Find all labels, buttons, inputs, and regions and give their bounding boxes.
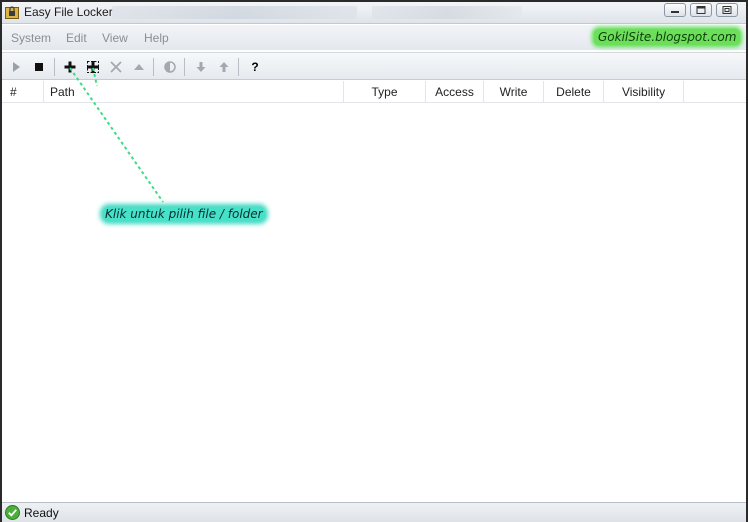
annotation-callout: Klik untuk pilih file / folder <box>103 207 265 221</box>
annotation-arrow <box>69 67 164 203</box>
annotation-arrow <box>92 67 98 87</box>
checkmark-icon <box>5 505 20 520</box>
status-bar: Ready <box>2 502 746 522</box>
status-text: Ready <box>24 506 59 520</box>
app-window: Easy File Locker System Edit View Help G… <box>0 0 748 522</box>
annotation-arrows <box>69 67 164 203</box>
